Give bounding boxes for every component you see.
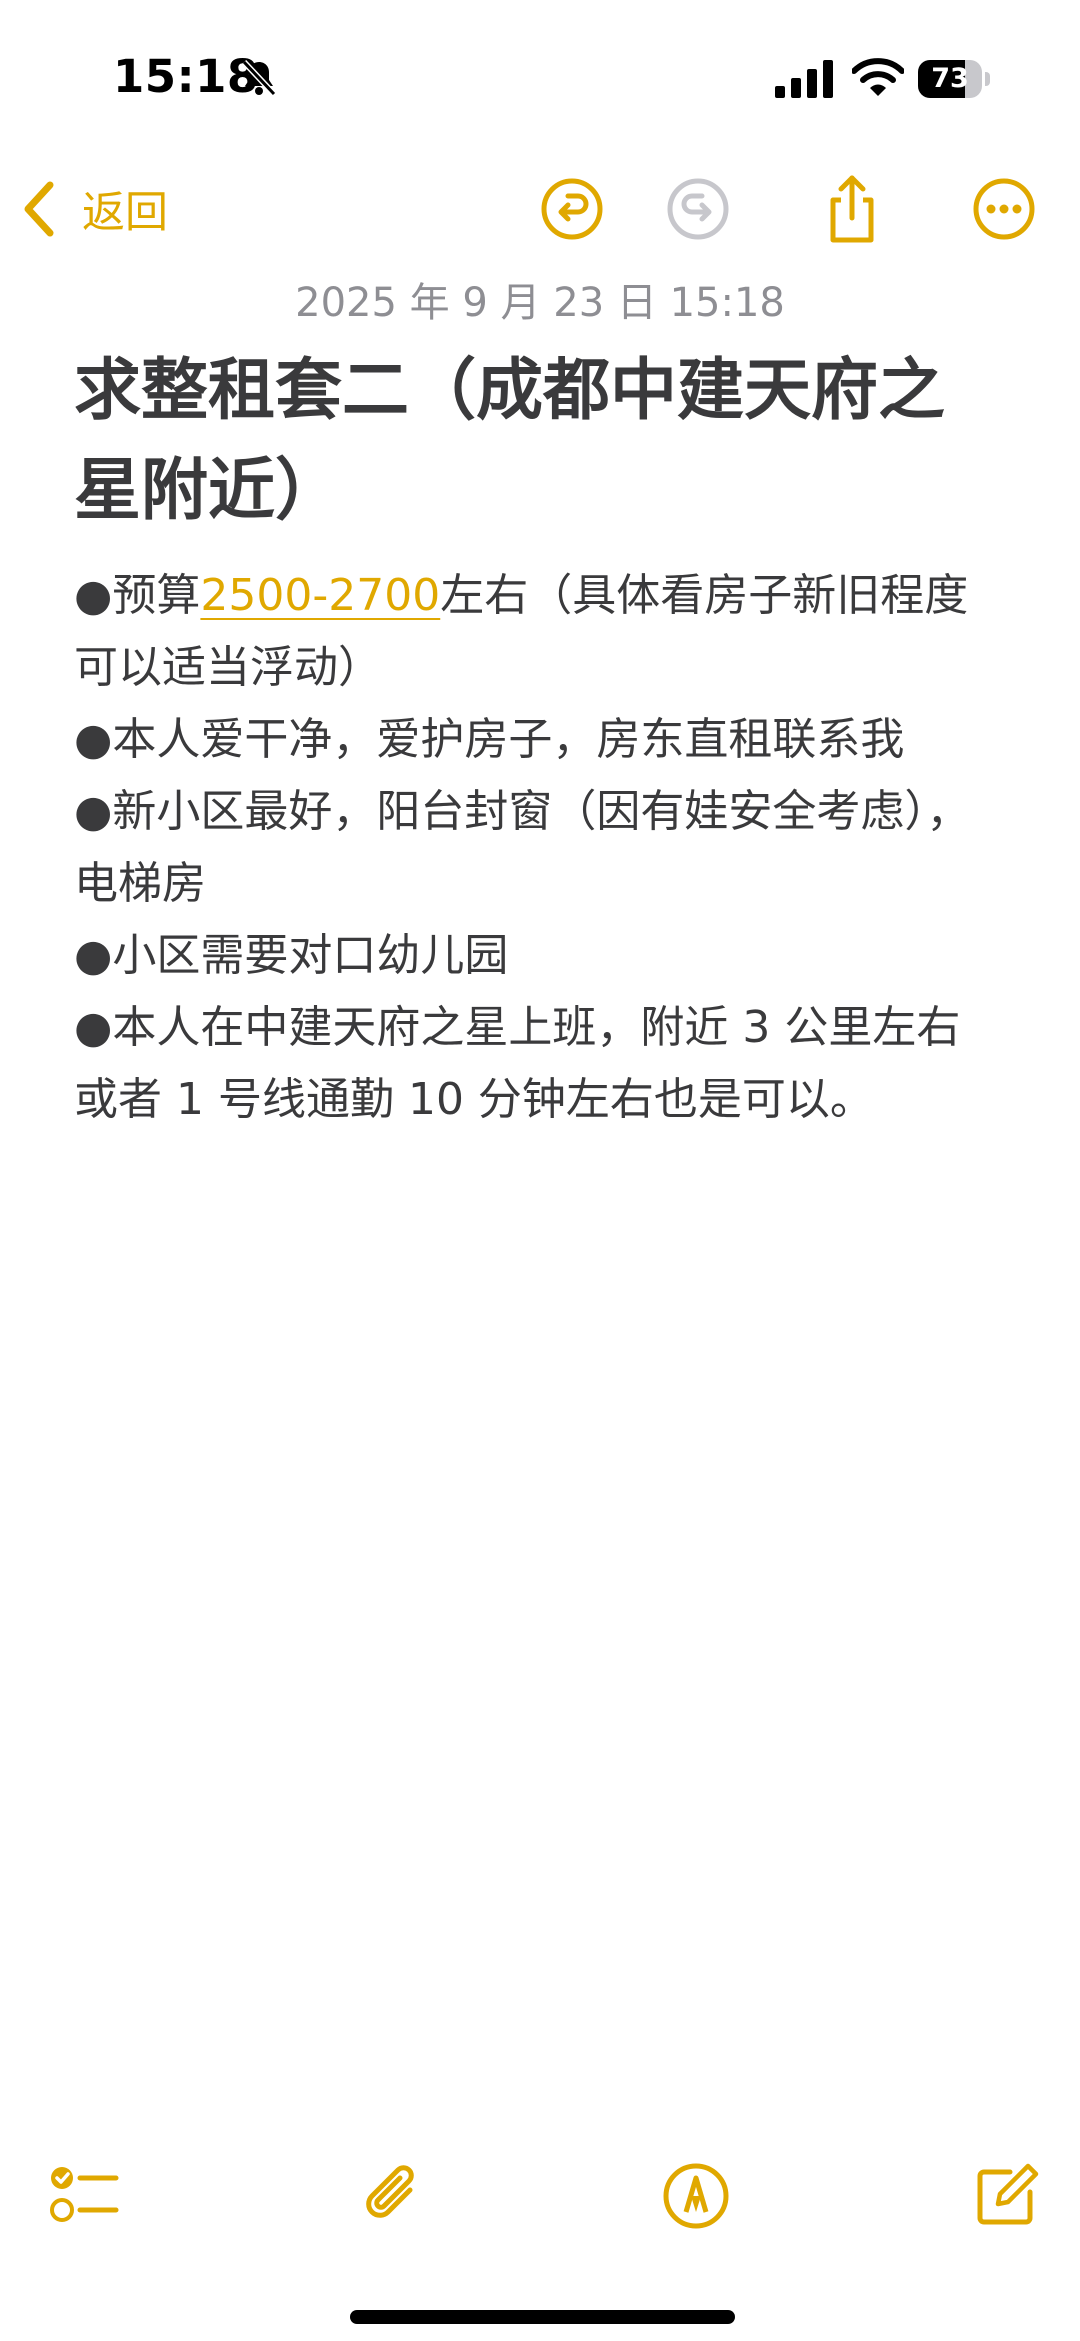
note-line-budget: ●预算2500-2700左右（具体看房子新旧程度: [74, 560, 1024, 632]
status-time: 15:18: [113, 50, 259, 103]
battery-icon: 73: [918, 60, 990, 98]
note-line: ●本人在中建天府之星上班，附近 3 公里左右: [74, 1002, 961, 1053]
budget-suffix: 左右（具体看房子新旧程度: [440, 570, 969, 621]
note-line: ●新小区最好，阳台封窗（因有娃安全考虑），: [74, 786, 971, 837]
note-line: 或者 1 号线通勤 10 分钟左右也是可以。: [74, 1074, 874, 1125]
home-indicator[interactable]: [350, 2310, 735, 2324]
note-line: ●本人爱干净，爱护房子，房东直租联系我: [74, 714, 905, 765]
markup-icon[interactable]: [660, 2160, 732, 2232]
note-body[interactable]: ●预算2500-2700左右（具体看房子新旧程度 可以适当浮动） ●本人爱干净，…: [74, 560, 1024, 1136]
undo-icon[interactable]: [537, 172, 607, 246]
bell-slash-icon: [241, 59, 277, 97]
share-icon[interactable]: [817, 172, 887, 246]
note-line: ●小区需要对口幼儿园: [74, 930, 509, 981]
back-button[interactable]: 返回: [20, 174, 168, 244]
note-line: 可以适当浮动）: [74, 642, 382, 693]
budget-phone-link[interactable]: 2500-2700: [200, 570, 440, 621]
note-title[interactable]: 求整租套二（成都中建天府之 星附近）: [74, 340, 1024, 540]
wifi-icon: [852, 58, 904, 96]
checklist-icon[interactable]: [48, 2160, 120, 2232]
more-icon[interactable]: [969, 172, 1039, 246]
status-bar: 15:18 73: [0, 0, 1080, 150]
battery-percent: 73: [931, 63, 969, 94]
redo-icon: [667, 178, 729, 240]
budget-prefix: ●预算: [74, 570, 201, 621]
note-title-line: 求整租套二（成都中建天府之: [74, 351, 945, 429]
attachment-icon[interactable]: [358, 2160, 430, 2232]
chevron-left-icon: [24, 181, 54, 237]
nav-bar: 返回: [0, 160, 1080, 260]
note-line: 电梯房: [74, 858, 206, 909]
note-date: 2025 年 9 月 23 日 15:18: [295, 280, 785, 326]
cellular-signal-icon: [775, 60, 833, 98]
note-title-line: 星附近）: [74, 451, 342, 529]
back-label: 返回: [82, 188, 168, 238]
compose-icon[interactable]: [970, 2160, 1042, 2232]
